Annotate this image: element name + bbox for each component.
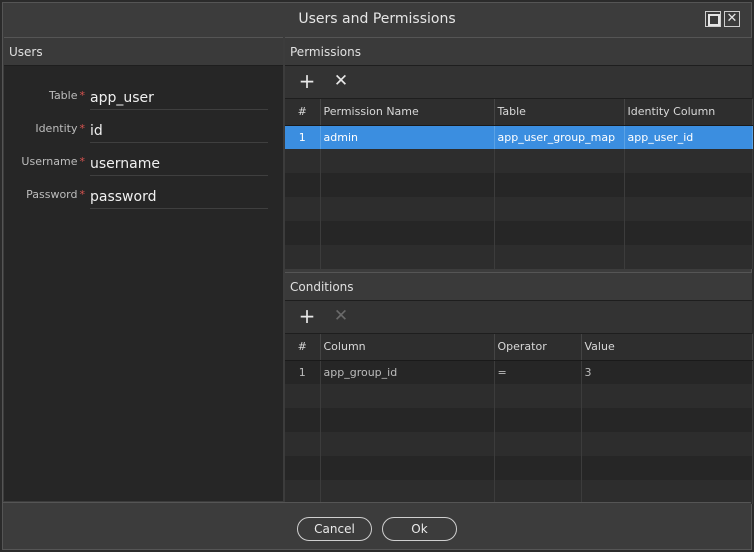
required-mark: * bbox=[79, 188, 86, 201]
password-field: Password * bbox=[4, 175, 283, 209]
row-number: 1 bbox=[285, 360, 321, 384]
password-label: Password bbox=[26, 188, 78, 201]
table-label: Table bbox=[49, 89, 78, 102]
empty-row bbox=[285, 245, 753, 269]
identity-column-cell[interactable]: app_user_id bbox=[624, 125, 753, 149]
empty-row bbox=[285, 384, 753, 408]
column-header-operator[interactable]: Operator bbox=[494, 334, 582, 361]
value-cell[interactable]: 3 bbox=[581, 360, 753, 384]
conditions-table: # Column Operator Value 1 app_group_id =… bbox=[285, 334, 753, 504]
cancel-button[interactable]: Cancel bbox=[297, 517, 372, 541]
identity-input[interactable] bbox=[90, 119, 268, 143]
empty-row bbox=[285, 408, 753, 432]
column-header-permission-name[interactable]: Permission Name bbox=[320, 99, 495, 126]
column-header-column[interactable]: Column bbox=[320, 334, 495, 361]
empty-row bbox=[285, 197, 753, 221]
username-input[interactable] bbox=[90, 152, 268, 176]
users-header: Users bbox=[4, 37, 283, 66]
users-permissions-dialog: Users and Permissions ✕ Users Table* Ide… bbox=[2, 2, 753, 550]
dialog-title: Users and Permissions bbox=[298, 11, 456, 27]
close-icon[interactable]: ✕ bbox=[724, 11, 740, 27]
required-mark: * bbox=[79, 122, 86, 135]
empty-row bbox=[285, 221, 753, 245]
table-cell[interactable]: app_user_group_map bbox=[494, 125, 625, 149]
conditions-toolbar: + ✕ bbox=[285, 301, 752, 334]
column-cell[interactable]: app_group_id bbox=[320, 360, 495, 384]
row-number: 1 bbox=[285, 125, 321, 149]
title-bar: Users and Permissions ✕ bbox=[3, 3, 751, 36]
conditions-header: Conditions bbox=[285, 272, 752, 301]
ok-button[interactable]: Ok bbox=[382, 517, 457, 541]
users-panel: Users Table* Identity* Username* Passwor… bbox=[4, 37, 283, 501]
identity-field: Identity * bbox=[4, 109, 283, 143]
add-condition-button[interactable]: + bbox=[297, 306, 317, 327]
table-row[interactable]: 1 admin app_user_group_map app_user_id bbox=[285, 125, 753, 149]
empty-row bbox=[285, 432, 753, 456]
dialog-footer: Cancel Ok bbox=[3, 502, 751, 549]
column-header-table[interactable]: Table bbox=[494, 99, 625, 126]
column-header-value[interactable]: Value bbox=[581, 334, 753, 361]
required-mark: * bbox=[79, 155, 86, 168]
empty-row bbox=[285, 456, 753, 480]
maximize-icon[interactable] bbox=[705, 11, 721, 27]
permissions-header: Permissions bbox=[285, 37, 752, 66]
operator-cell[interactable]: = bbox=[494, 360, 582, 384]
empty-row bbox=[285, 480, 753, 504]
column-header-num[interactable]: # bbox=[285, 99, 321, 126]
username-label: Username bbox=[21, 155, 78, 168]
password-input[interactable] bbox=[90, 185, 268, 209]
table-input[interactable] bbox=[90, 86, 268, 110]
table-field: Table * bbox=[4, 76, 283, 110]
column-header-num[interactable]: # bbox=[285, 334, 321, 361]
add-permission-button[interactable]: + bbox=[297, 71, 317, 92]
permissions-toolbar: + ✕ bbox=[285, 66, 752, 99]
required-mark: * bbox=[79, 89, 86, 102]
identity-label: Identity bbox=[35, 122, 78, 135]
table-row[interactable]: 1 app_group_id = 3 bbox=[285, 360, 753, 384]
empty-row bbox=[285, 149, 753, 173]
empty-row bbox=[285, 173, 753, 197]
permissions-table: # Permission Name Table Identity Column … bbox=[285, 99, 753, 269]
right-panels: Permissions + ✕ # Permission Name Table … bbox=[285, 37, 753, 504]
column-header-identity-column[interactable]: Identity Column bbox=[624, 99, 753, 126]
username-field: Username * bbox=[4, 142, 283, 176]
remove-condition-button[interactable]: ✕ bbox=[331, 307, 351, 327]
permission-name-cell[interactable]: admin bbox=[320, 125, 495, 149]
remove-permission-button[interactable]: ✕ bbox=[331, 72, 351, 92]
